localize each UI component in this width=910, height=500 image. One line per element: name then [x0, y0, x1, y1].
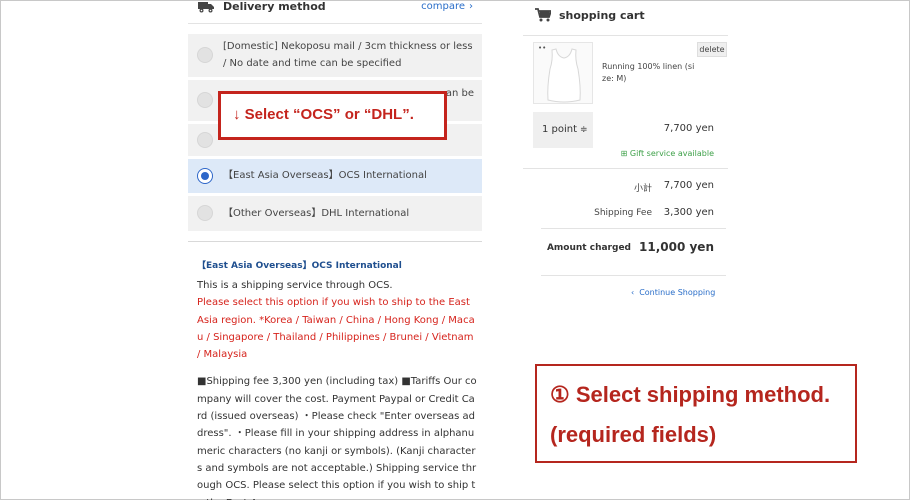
divider	[523, 35, 728, 36]
compare-link[interactable]: compare ›	[421, 0, 473, 14]
option-label: 【Other Overseas】DHL International	[223, 208, 410, 219]
radio-button-selected[interactable]	[197, 168, 213, 184]
delivery-option-ocs[interactable]: 【East Asia Overseas】OCS International	[188, 159, 482, 193]
description-intro: This is a shipping service through OCS.	[197, 280, 393, 291]
delivery-method-title: Delivery method	[223, 0, 326, 13]
quantity-value: 1 point	[542, 124, 578, 135]
continue-shopping-label: Continue Shopping	[639, 288, 716, 297]
chevron-right-icon: ›	[469, 1, 473, 12]
cart-icon	[535, 8, 551, 22]
subtotal-value: 7,700 yen	[663, 180, 714, 191]
radio-button[interactable]	[197, 92, 213, 108]
quantity-select[interactable]: 1 point ≑	[533, 112, 593, 148]
gift-icon: ⊞	[620, 149, 628, 158]
continue-shopping-link[interactable]: ‹ Continue Shopping	[631, 288, 715, 297]
option-label: 【East Asia Overseas】OCS International	[223, 170, 427, 181]
shipping-description: 【East Asia Overseas】OCS International Th…	[197, 259, 477, 500]
delivery-option-dhl[interactable]: 【Other Overseas】DHL International	[188, 196, 482, 231]
delete-button[interactable]: delete	[697, 42, 727, 57]
tank-top-image	[547, 48, 581, 103]
compare-label: compare	[421, 1, 465, 12]
product-thumbnail[interactable]: ••	[533, 42, 593, 104]
shipping-fee-value: 3,300 yen	[663, 207, 714, 218]
step-title: ① Select shipping method.	[550, 382, 831, 407]
description-notice: Please select this option if you wish to…	[197, 297, 475, 361]
cart-header: shopping cart	[535, 8, 725, 26]
description-title: 【East Asia Overseas】OCS International	[197, 261, 402, 271]
gift-label: Gift service available	[629, 149, 714, 158]
chevron-left-icon: ‹	[631, 288, 635, 297]
select-arrows-icon: ≑	[580, 125, 588, 135]
select-hint-text: ↓ Select “OCS” or “DHL”.	[233, 106, 414, 123]
divider	[541, 275, 726, 276]
select-hint-callout: ↓ Select “OCS” or “DHL”.	[218, 91, 447, 140]
radio-button[interactable]	[197, 132, 213, 148]
description-details: ■Shipping fee 3,300 yen (including tax) …	[197, 376, 477, 500]
gift-service: ⊞ Gift service available	[600, 149, 714, 158]
step-note: (required fields)	[550, 422, 717, 447]
step-callout: ① Select shipping method. (required fiel…	[535, 364, 857, 463]
delivery-option-domestic[interactable]: [Domestic] Nekoposu mail / 3cm thickness…	[188, 34, 482, 77]
radio-button[interactable]	[197, 47, 213, 63]
radio-button[interactable]	[197, 205, 213, 221]
total-label: Amount charged	[546, 243, 631, 253]
total-value: 11,000 yen	[639, 240, 714, 254]
divider	[541, 228, 726, 229]
divider	[188, 241, 482, 242]
delivery-method-header: Delivery method compare ›	[197, 0, 479, 16]
divider	[523, 168, 728, 169]
option-label: [Domestic] Nekoposu mail / 3cm thickness…	[223, 41, 473, 69]
truck-icon	[198, 2, 214, 13]
divider	[188, 23, 482, 24]
item-price: 7,700 yen	[663, 123, 714, 134]
cart-item-name[interactable]: Running 100% linen (size: M)	[602, 61, 698, 85]
cart-title: shopping cart	[559, 9, 645, 22]
